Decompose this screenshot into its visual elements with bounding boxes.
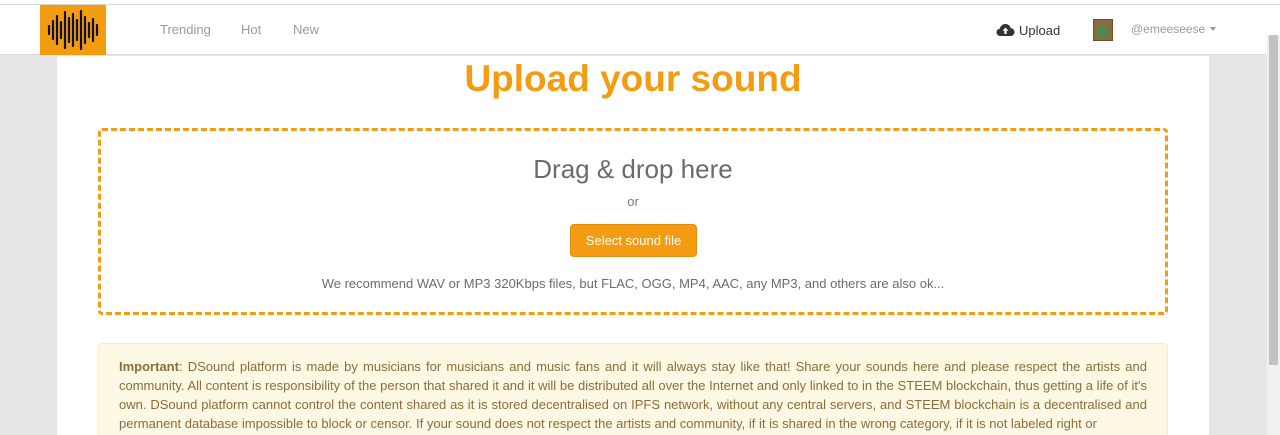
username-label: @emeeseese [1131, 22, 1206, 36]
dropzone-or: or [627, 194, 639, 209]
main-panel: Upload your sound Drag & drop here or Se… [57, 56, 1209, 435]
dsound-logo[interactable] [40, 5, 106, 55]
upload-link[interactable]: Upload [996, 20, 1060, 40]
notice-text: : DSound platform is made by musicians f… [119, 359, 1147, 431]
user-menu[interactable]: @emeeseese [1131, 22, 1217, 36]
scrollbar-thumb[interactable] [1269, 35, 1278, 365]
caret-down-icon [1210, 27, 1217, 31]
dropzone-hint: We recommend WAV or MP3 320Kbps files, b… [321, 276, 945, 291]
important-notice: Important: DSound platform is made by mu… [98, 343, 1168, 435]
cloud-upload-icon [996, 24, 1015, 36]
page-title: Upload your sound [464, 58, 802, 99]
upload-label: Upload [1019, 22, 1061, 38]
waveform-icon [47, 9, 99, 51]
dropzone-title: Drag & drop here [533, 154, 733, 184]
select-sound-file-button[interactable]: Select sound file [570, 224, 697, 257]
avatar[interactable] [1093, 19, 1113, 41]
nav-link-hot[interactable]: Hot [241, 22, 261, 37]
navbar: Trending Hot New Upload @emeeseese [0, 5, 1280, 55]
nav-link-new[interactable]: New [293, 22, 319, 37]
scrollbar[interactable] [1267, 35, 1280, 435]
nav-link-trending[interactable]: Trending [160, 22, 211, 37]
dropzone[interactable]: Drag & drop here or Select sound file We… [98, 128, 1168, 315]
notice-lead: Important [119, 359, 179, 374]
